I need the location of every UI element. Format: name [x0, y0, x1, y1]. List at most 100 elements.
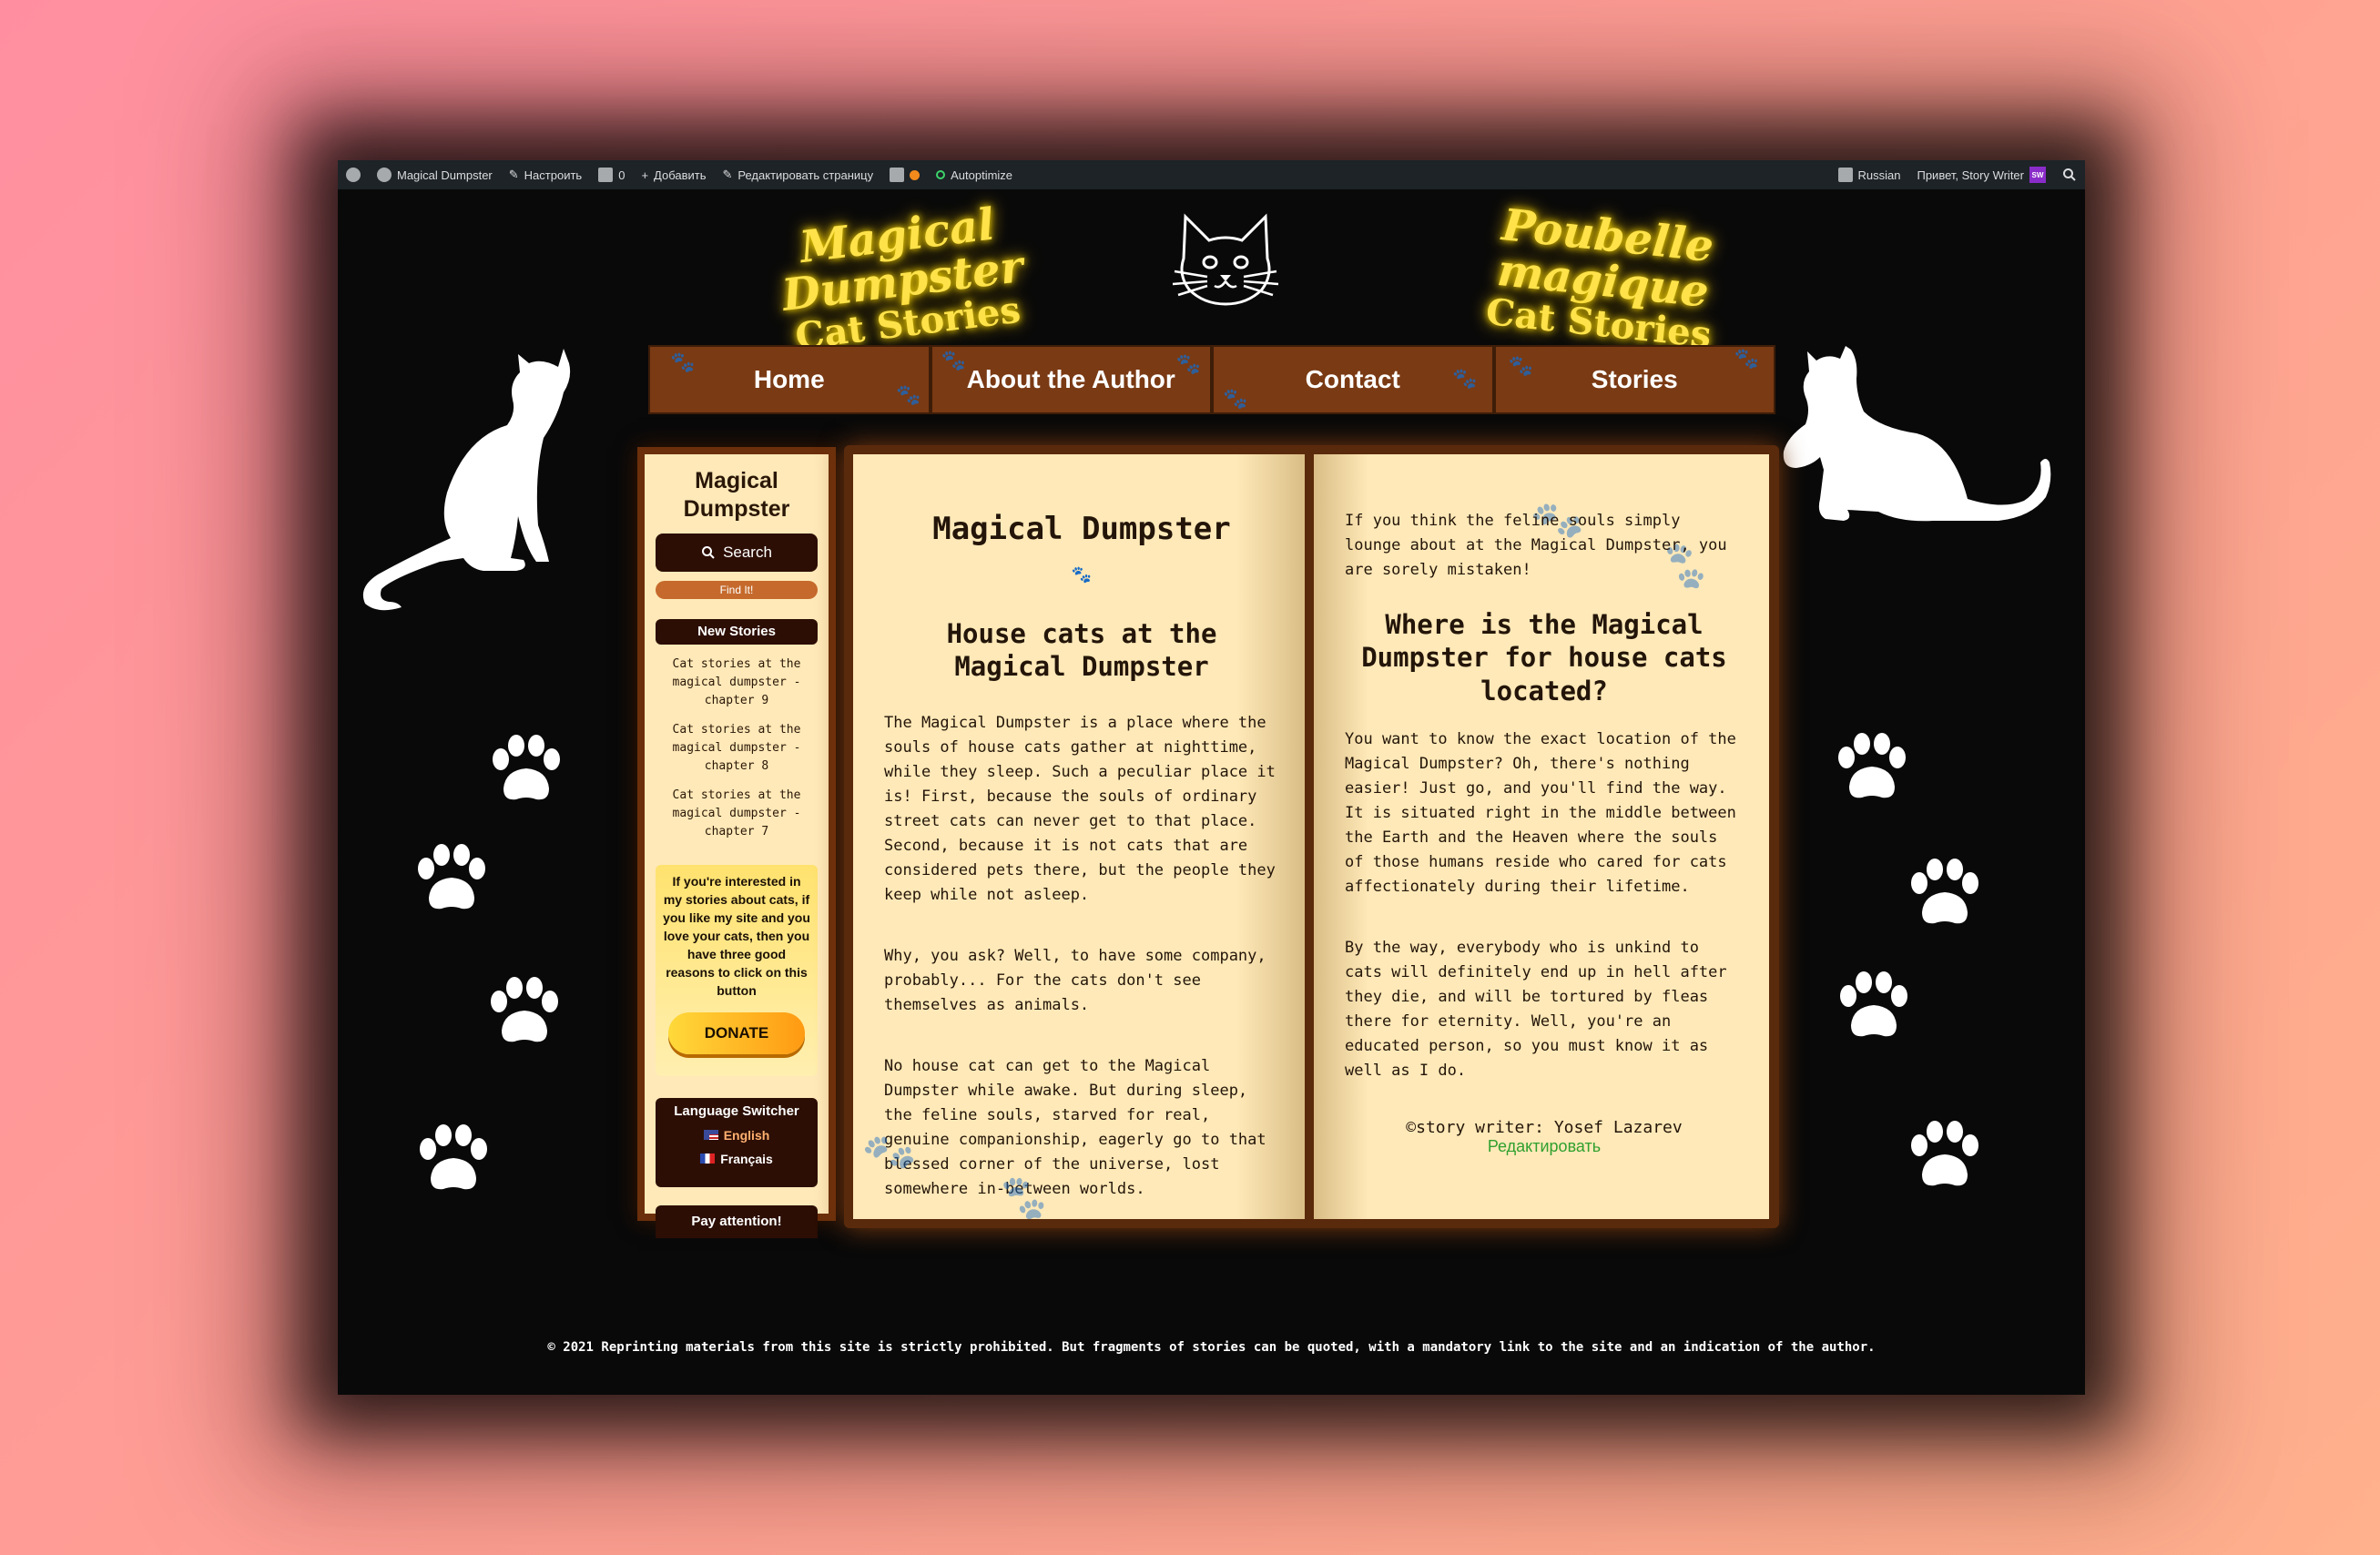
new-stories-heading: New Stories: [656, 618, 818, 645]
autoptimize-link[interactable]: Autoptimize: [928, 160, 1021, 189]
account-menu[interactable]: Привет, Story Writer SW: [1908, 160, 2054, 189]
wordpress-icon: [346, 168, 361, 182]
search-icon: [2063, 168, 2076, 181]
paw-icon: 🐾: [1071, 565, 1093, 584]
cat-silhouette-right: [1783, 346, 2051, 522]
comments-link[interactable]: 0: [590, 160, 633, 189]
nav-stories[interactable]: 🐾 🐾 Stories: [1493, 345, 1775, 414]
paw-print-icon: [1911, 1121, 1978, 1186]
paw-icon: 🐾: [994, 1170, 1053, 1225]
site-name-label: Magical Dumpster: [397, 168, 493, 182]
translate-icon: [1837, 168, 1853, 182]
story-link[interactable]: Cat stories at the magical dumpster - ch…: [656, 721, 818, 776]
left-paragraph: The Magical Dumpster is a place where th…: [884, 713, 1276, 904]
donate-button[interactable]: DONATE: [668, 1011, 805, 1054]
sidebar-title: Magical Dumpster: [683, 468, 790, 523]
customize-label: Настроить: [524, 168, 583, 182]
autoptimize-status-icon: [936, 170, 946, 179]
edit-page-link[interactable]: ✎ Редактировать страницу: [714, 160, 881, 189]
paw-print-icon: [418, 844, 485, 910]
language-french-label: Français: [720, 1151, 773, 1166]
browser-window: Magical Dumpster ✎ Настроить 0 + Добавит…: [338, 160, 2085, 1395]
new-label: Добавить: [654, 168, 707, 182]
nav-contact[interactable]: 🐾 🐾 Contact: [1212, 345, 1494, 414]
search-label: Search: [723, 543, 772, 561]
pay-attention-heading: Pay attention!: [656, 1204, 818, 1238]
nav-about-author[interactable]: 🐾 🐾 About the Author: [930, 345, 1212, 414]
brush-icon: ✎: [508, 168, 519, 181]
right-heading: Where is the Magical Dumpster for house …: [1361, 609, 1727, 706]
nav-home-label: Home: [753, 365, 825, 393]
wordpress-logo-button[interactable]: [338, 160, 369, 189]
plus-icon: +: [641, 168, 649, 182]
language-option-english[interactable]: English: [656, 1128, 818, 1143]
new-content-link[interactable]: + Добавить: [633, 160, 714, 189]
paw-print-icon: [491, 977, 558, 1042]
right-paragraph: By the way, everybody who is unkind to c…: [1345, 938, 1727, 1080]
yoast-icon: [890, 168, 905, 182]
paw-icon: 🐾: [941, 349, 966, 371]
nav-home[interactable]: 🐾 🐾 Home: [648, 345, 931, 414]
paw-icon: 🐾: [1223, 387, 1248, 410]
find-it-button[interactable]: Find It!: [656, 580, 818, 599]
paw-print-icon: [1911, 859, 1978, 924]
nav-contact-label: Contact: [1305, 365, 1400, 393]
autoptimize-label: Autoptimize: [951, 168, 1013, 182]
paw-icon: 🐾: [670, 351, 696, 373]
seo-link[interactable]: [881, 160, 928, 189]
nav-about-label: About the Author: [966, 365, 1175, 393]
donate-text: If you're interested in my stories about…: [663, 873, 810, 998]
logo-left[interactable]: Magical Dumpster Cat Stories: [723, 192, 1083, 363]
pencil-icon: ✎: [722, 168, 733, 181]
admin-search-button[interactable]: [2054, 160, 2085, 189]
paw-print-icon: [1840, 971, 1907, 1037]
paw-icon: 🐾: [896, 383, 921, 406]
signature: ©story writer: Yosef Lazarev: [1406, 1117, 1683, 1137]
paw-icon: 🐾: [1452, 367, 1478, 390]
seo-status-icon: [910, 169, 920, 180]
greeting-label: Привет, Story Writer: [1917, 168, 2024, 182]
cat-silhouette-left: [362, 349, 571, 611]
nav-stories-label: Stories: [1591, 365, 1678, 393]
left-paragraph: Why, you ask? Well, to have some company…: [884, 946, 1266, 1014]
search-icon: [702, 545, 715, 559]
paw-print-icon: [420, 1124, 487, 1190]
sidebar: Magical Dumpster Search Find It! New Sto…: [637, 447, 836, 1238]
book-page-right: 🐾 🐾 If you think the feline souls simply…: [1314, 454, 1769, 1219]
language-link[interactable]: Russian: [1830, 160, 1909, 189]
story-book: Magical Dumpster 🐾 House cats at the Mag…: [844, 445, 1779, 1228]
admin-bar: Magical Dumpster ✎ Настроить 0 + Добавит…: [338, 160, 2085, 189]
dashboard-icon: [377, 168, 392, 182]
site-name-link[interactable]: Magical Dumpster: [369, 160, 501, 189]
customize-link[interactable]: ✎ Настроить: [501, 160, 590, 189]
story-link[interactable]: Cat stories at the magical dumpster - ch…: [656, 787, 818, 841]
comment-icon: [598, 168, 614, 182]
right-paragraph: You want to know the exact location of t…: [1345, 729, 1736, 896]
main-nav: 🐾 🐾 Home 🐾 🐾 About the Author 🐾 🐾 Contac…: [648, 345, 1775, 414]
story-title: Magical Dumpster: [932, 511, 1231, 547]
donate-widget: If you're interested in my stories about…: [656, 864, 818, 1076]
paw-icon: 🐾: [1175, 352, 1201, 375]
language-option-french[interactable]: Français: [656, 1152, 818, 1166]
language-switcher-heading: Language Switcher: [674, 1103, 799, 1119]
left-paragraph: No house cat can get to the Magical Dump…: [884, 1056, 1266, 1198]
paw-print-icon: [1838, 733, 1906, 798]
paw-icon: 🐾: [1508, 354, 1533, 377]
avatar: SW: [2029, 167, 2046, 183]
footer-copyright: © 2021 Reprinting materials from this si…: [547, 1340, 1876, 1355]
story-link[interactable]: Cat stories at the magical dumpster - ch…: [656, 656, 818, 710]
edit-link[interactable]: Редактировать: [1345, 1137, 1744, 1156]
french-flag-icon: [700, 1154, 716, 1164]
language-label: Russian: [1857, 168, 1901, 182]
paw-icon: 🐾: [1734, 347, 1759, 370]
search-button[interactable]: Search: [656, 533, 818, 572]
language-switcher: Language Switcher English Français: [656, 1097, 818, 1187]
cat-head-icon: [1172, 213, 1279, 306]
comments-count: 0: [618, 168, 626, 182]
paw-print-icon: [493, 735, 560, 800]
book-page-left: Magical Dumpster 🐾 House cats at the Mag…: [853, 454, 1305, 1225]
language-english-label: English: [723, 1127, 770, 1143]
right-intro: If you think the feline souls simply lou…: [1345, 512, 1727, 579]
logo-right[interactable]: Poubelle magique Cat Stories: [1407, 193, 1801, 362]
edit-page-label: Редактировать страницу: [737, 168, 874, 182]
